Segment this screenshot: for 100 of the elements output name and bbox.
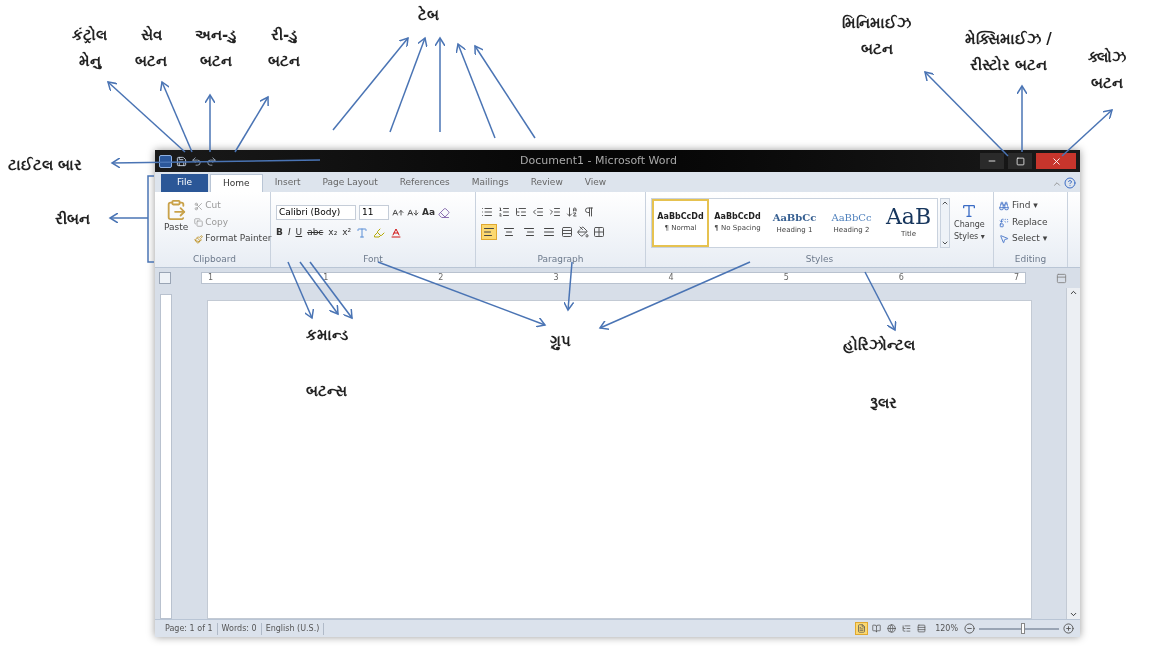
shading-icon[interactable] bbox=[577, 225, 589, 238]
decrease-indent-icon[interactable] bbox=[532, 205, 544, 218]
editing-icon bbox=[999, 234, 1009, 244]
view-button[interactable] bbox=[915, 622, 929, 635]
annotation-label: ટાઈટલ બાર bbox=[8, 155, 83, 176]
group-label: Clipboard bbox=[193, 253, 236, 267]
page-count[interactable]: Page: 1 of 1 bbox=[161, 622, 218, 635]
align-icon bbox=[503, 225, 515, 238]
paste-button[interactable]: Paste bbox=[164, 199, 189, 235]
line-spacing-icon[interactable] bbox=[561, 225, 573, 238]
scroll-down-icon bbox=[1069, 610, 1078, 619]
annotation-label: મિનિમાઈઝ બટન bbox=[842, 13, 911, 60]
align-icon bbox=[543, 225, 555, 238]
styles-icon bbox=[961, 202, 978, 219]
editing-button[interactable]: Select ▾ bbox=[999, 232, 1048, 246]
clear-formatting-icon[interactable] bbox=[438, 206, 451, 219]
arrow bbox=[204, 94, 216, 153]
font-family-field[interactable]: Calibri (Body) bbox=[276, 205, 356, 221]
format-command-button[interactable]: x² bbox=[342, 226, 352, 240]
ribbon-tab[interactable]: File bbox=[161, 174, 209, 192]
group-label: Font bbox=[363, 253, 383, 267]
vertical-scrollbar[interactable] bbox=[1066, 288, 1080, 619]
scroll-up-icon bbox=[1069, 288, 1078, 297]
align-icon bbox=[523, 225, 535, 238]
ribbon-tab[interactable]: View bbox=[574, 174, 617, 192]
format-painter-button[interactable]: Format Painter bbox=[194, 232, 272, 246]
format-command-button[interactable]: x₂ bbox=[328, 226, 338, 240]
format-command-button[interactable]: abc bbox=[307, 226, 324, 240]
editing-button[interactable]: Find ▾ bbox=[999, 199, 1048, 213]
view-button[interactable] bbox=[885, 622, 899, 635]
shrink-font-icon[interactable] bbox=[407, 206, 419, 219]
zoom-out-icon[interactable] bbox=[964, 623, 975, 634]
multilevel-list-icon[interactable] bbox=[515, 205, 527, 218]
format-command-button[interactable]: U bbox=[295, 226, 303, 240]
view-button[interactable] bbox=[900, 622, 914, 635]
editing-icon bbox=[999, 201, 1009, 211]
font-size-field[interactable]: 11 bbox=[359, 205, 389, 221]
maximize-button[interactable] bbox=[1008, 153, 1032, 169]
slider-thumb[interactable] bbox=[1021, 622, 1025, 634]
annotation-label: ગ્રુપ bbox=[550, 331, 571, 353]
redo-icon[interactable] bbox=[206, 155, 217, 167]
copy-icon bbox=[194, 218, 204, 227]
zoom-level[interactable]: 120% bbox=[929, 622, 964, 635]
increase-indent-icon[interactable] bbox=[549, 205, 561, 218]
font-color-icon[interactable] bbox=[390, 227, 403, 239]
ribbon-tab[interactable]: Mailings bbox=[461, 174, 519, 192]
grow-font-icon[interactable] bbox=[392, 206, 404, 219]
align-icon bbox=[483, 225, 495, 238]
sort-icon[interactable] bbox=[566, 205, 578, 218]
numbering-icon[interactable] bbox=[498, 205, 510, 218]
ruler-number: 2 bbox=[438, 273, 444, 283]
ribbon-tab[interactable]: Page Layout bbox=[312, 174, 388, 192]
group-label: Styles bbox=[805, 253, 834, 267]
format-command-button[interactable]: B bbox=[276, 226, 283, 240]
maximize-icon bbox=[1015, 156, 1025, 166]
ribbon-tab[interactable]: Review bbox=[520, 174, 573, 192]
arrow bbox=[1061, 109, 1113, 157]
view-icon bbox=[857, 624, 867, 633]
ruler-number: 3 bbox=[553, 273, 559, 283]
ribbon-tab[interactable]: Insert bbox=[264, 174, 311, 192]
arrow bbox=[109, 212, 149, 224]
language-indicator[interactable]: English (U.S.) bbox=[261, 622, 325, 635]
word-count[interactable]: Words: 0 bbox=[217, 622, 262, 635]
zoom-in-icon[interactable] bbox=[1063, 623, 1074, 634]
scissors-icon bbox=[194, 201, 204, 211]
editing-button[interactable]: Replace bbox=[999, 215, 1048, 230]
annotation-label: રીબન bbox=[55, 209, 90, 230]
ruler-number: 5 bbox=[783, 273, 789, 283]
paintbrush-icon bbox=[194, 234, 204, 244]
annotation-label: મેક્સિમાઈઝ / રીસ્ટોર બટન bbox=[965, 29, 1052, 76]
align-button[interactable] bbox=[481, 223, 497, 240]
borders-icon[interactable] bbox=[593, 225, 605, 238]
minimize-button[interactable] bbox=[980, 153, 1004, 169]
view-button[interactable] bbox=[855, 622, 869, 635]
change-styles-button[interactable]: Change Styles ▾ bbox=[952, 197, 987, 248]
pilcrow-icon[interactable] bbox=[583, 205, 595, 218]
change-case-button[interactable]: Aa bbox=[422, 206, 436, 220]
save-icon[interactable] bbox=[176, 155, 187, 167]
arrow bbox=[234, 96, 269, 153]
annotation-label: બટન્સ bbox=[306, 381, 347, 402]
ribbon-tab[interactable]: Home bbox=[210, 174, 263, 192]
bullets-icon[interactable] bbox=[481, 205, 493, 218]
arrow bbox=[1016, 85, 1028, 153]
annotation-label: કમાન્ડ bbox=[306, 325, 348, 346]
annotation-label: સેવ બટન bbox=[135, 25, 167, 72]
help-icon[interactable] bbox=[1064, 177, 1076, 189]
ribbon-tab[interactable]: References bbox=[389, 174, 460, 192]
undo-icon[interactable] bbox=[191, 155, 202, 167]
format-command-button[interactable]: I bbox=[287, 226, 291, 240]
ruler-number: 4 bbox=[668, 273, 674, 283]
view-icon bbox=[887, 624, 897, 633]
view-icon bbox=[902, 624, 912, 633]
group-label: Editing bbox=[1014, 253, 1047, 267]
annotation-label: હોરિઝોન્ટલ bbox=[843, 335, 915, 356]
horizontal-ruler[interactable]: 1 1 2 3 4 5 6 7 bbox=[201, 272, 1026, 284]
annotation-label: ક્લોઝ બટન bbox=[1088, 47, 1126, 94]
annotation-label: રૂલર bbox=[870, 393, 897, 414]
view-icon bbox=[872, 624, 882, 633]
view-button[interactable] bbox=[870, 622, 884, 635]
annotation-label: કંટ્રોલ મેનુ bbox=[72, 25, 107, 72]
